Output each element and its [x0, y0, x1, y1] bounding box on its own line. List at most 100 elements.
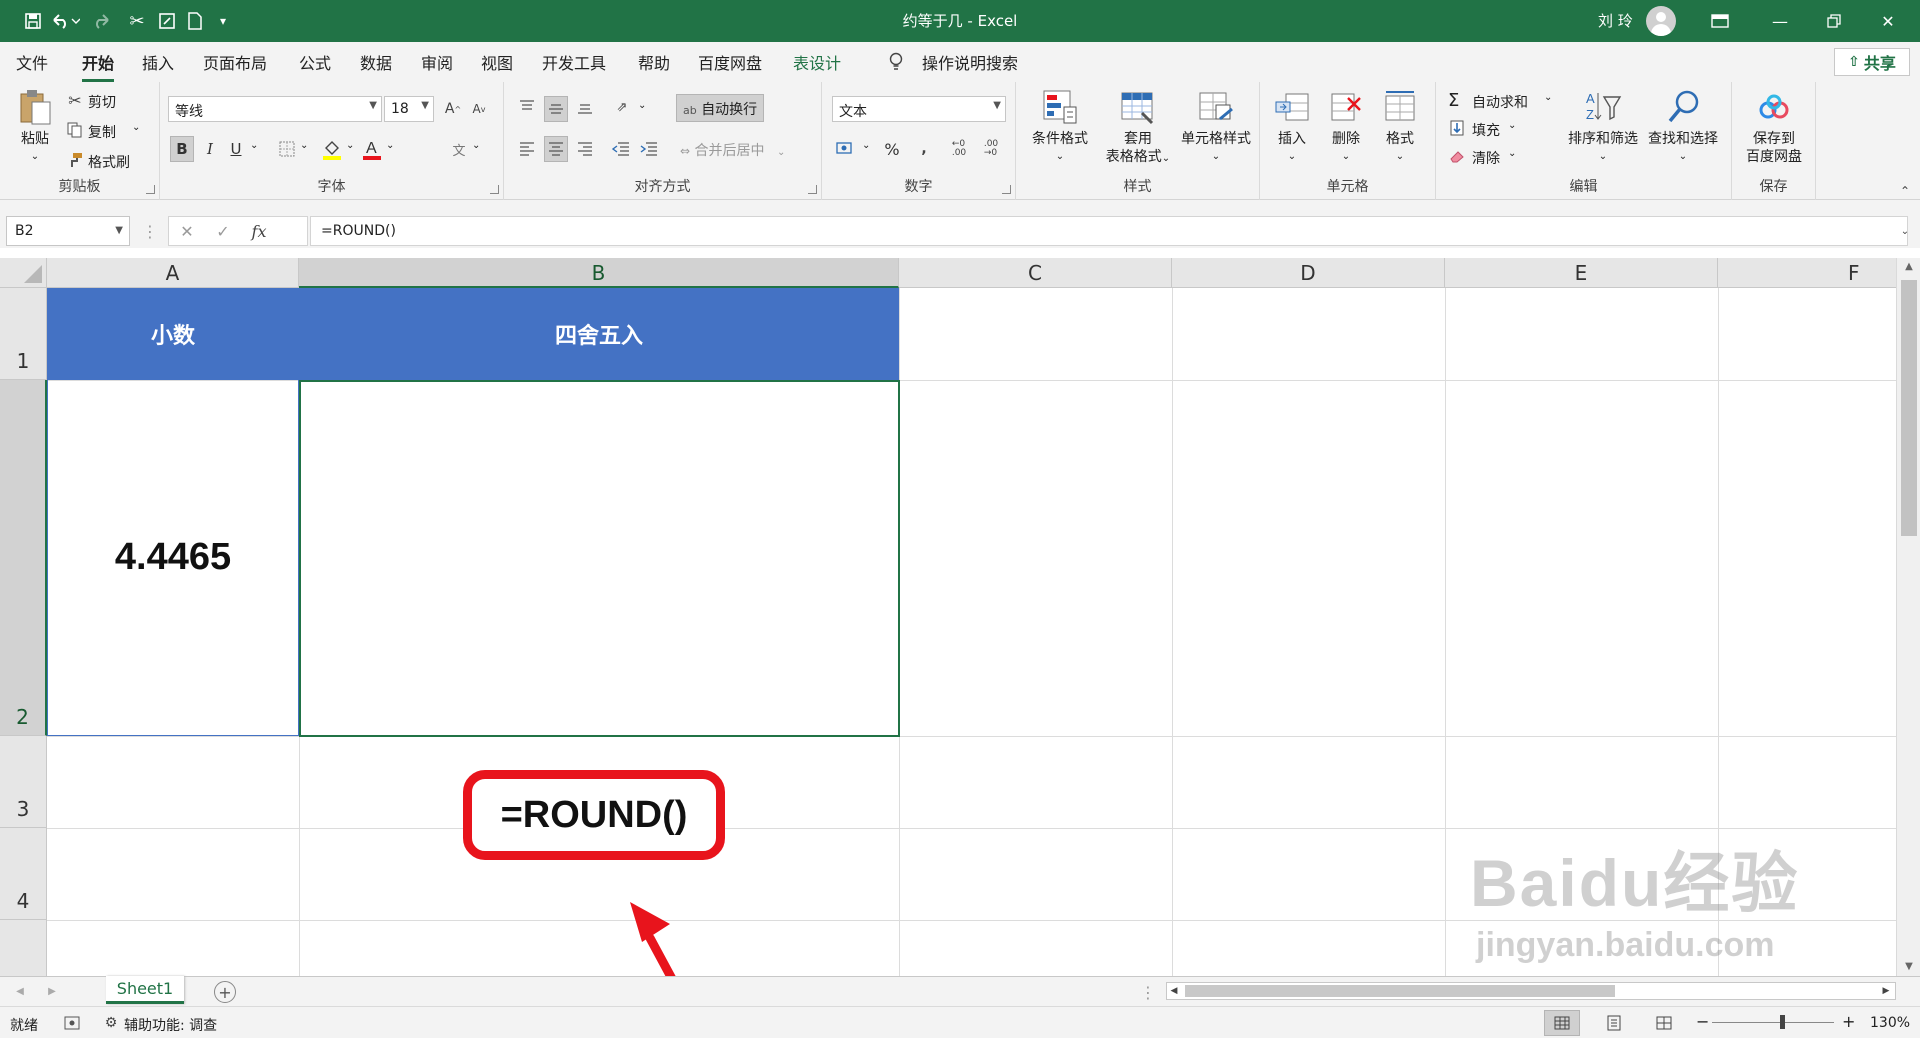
- tab-insert[interactable]: 插入: [142, 50, 174, 74]
- row-header-2[interactable]: 2: [0, 380, 47, 736]
- increase-font-icon[interactable]: A ^: [442, 98, 464, 120]
- format-cells-button[interactable]: 格式 ⌄: [1374, 88, 1426, 166]
- scroll-down-icon[interactable]: ▼: [1897, 958, 1920, 976]
- phonetic-dropdown-icon[interactable]: ⌄: [472, 140, 480, 151]
- italic-button[interactable]: I: [198, 136, 222, 162]
- expand-formula-bar-icon[interactable]: ⌄: [1896, 222, 1914, 240]
- add-sheet-icon[interactable]: +: [214, 981, 236, 1003]
- vertical-scrollbar[interactable]: ▲ ▼: [1896, 258, 1920, 976]
- orientation-icon[interactable]: ⇗: [610, 96, 634, 118]
- phonetic-icon[interactable]: 文: [448, 138, 470, 160]
- font-name-select[interactable]: 等线 ▼: [168, 96, 382, 122]
- scroll-right-icon[interactable]: ▶: [1879, 983, 1893, 999]
- name-box[interactable]: B2 ▼: [6, 216, 130, 246]
- format-painter-button[interactable]: 格式刷: [88, 152, 130, 172]
- minimize-icon[interactable]: —: [1760, 8, 1800, 34]
- clipboard-launcher-icon[interactable]: [146, 185, 155, 194]
- decrease-indent-icon[interactable]: [610, 138, 632, 160]
- increase-indent-icon[interactable]: [638, 138, 660, 160]
- avatar[interactable]: [1646, 6, 1676, 36]
- zoom-level[interactable]: 130%: [1870, 1015, 1910, 1031]
- cell-mode-icon[interactable]: [62, 1013, 82, 1033]
- insert-function-icon[interactable]: fx: [241, 222, 277, 241]
- next-sheet-icon[interactable]: ▶: [42, 982, 62, 1000]
- tab-view[interactable]: 视图: [481, 50, 513, 74]
- fill-color-icon[interactable]: [320, 136, 344, 162]
- tab-table-design[interactable]: 表设计: [793, 50, 841, 74]
- enter-icon[interactable]: ✓: [205, 222, 241, 241]
- autosum-dropdown-icon[interactable]: ⌄: [1544, 92, 1552, 103]
- align-middle-icon[interactable]: [544, 96, 568, 122]
- copy-dropdown-icon[interactable]: ⌄: [132, 122, 140, 133]
- tab-file[interactable]: 文件: [16, 50, 48, 74]
- decrease-font-icon[interactable]: Av: [468, 98, 490, 120]
- row-header-3[interactable]: 3: [0, 736, 47, 828]
- cell-a1[interactable]: 小数: [47, 288, 299, 380]
- prev-sheet-icon[interactable]: ◀: [10, 982, 30, 1000]
- zoom-in-icon[interactable]: +: [1842, 1012, 1855, 1031]
- tab-home[interactable]: 开始: [82, 50, 115, 82]
- column-header-e[interactable]: E: [1445, 258, 1718, 288]
- copy-button[interactable]: 复制: [88, 122, 116, 142]
- scroll-up-icon[interactable]: ▲: [1897, 258, 1920, 276]
- zoom-slider[interactable]: [1712, 1022, 1834, 1023]
- decrease-decimal-icon[interactable]: .00 →0: [978, 138, 1004, 160]
- vertical-scroll-thumb[interactable]: [1901, 280, 1917, 536]
- horizontal-scroll-thumb[interactable]: [1185, 985, 1615, 997]
- align-bottom-icon[interactable]: [574, 96, 596, 118]
- cancel-icon[interactable]: ✕: [169, 222, 205, 241]
- collapse-ribbon-icon[interactable]: ⌃: [1896, 184, 1914, 198]
- cell-b2[interactable]: [299, 380, 900, 737]
- comma-style-icon[interactable]: ,: [914, 140, 934, 158]
- find-select-button[interactable]: 查找和选择 ⌄: [1642, 88, 1724, 166]
- format-as-table-button[interactable]: 套用 表格格式⌄: [1100, 88, 1176, 168]
- column-header-b[interactable]: B: [299, 258, 899, 288]
- font-launcher-icon[interactable]: [490, 185, 499, 194]
- sheet-tab-sheet1[interactable]: Sheet1: [106, 976, 184, 1004]
- page-break-view-icon[interactable]: [1646, 1010, 1682, 1036]
- align-top-icon[interactable]: [516, 96, 538, 118]
- paste-button[interactable]: 粘贴 ⌄: [10, 88, 60, 166]
- save-to-baidu-button[interactable]: 保存到 百度网盘: [1738, 88, 1810, 166]
- sort-filter-button[interactable]: AZ 排序和筛选 ⌄: [1562, 88, 1644, 166]
- merge-center-button[interactable]: ⇔ 合并后居中 ⌄: [680, 140, 785, 160]
- column-header-d[interactable]: D: [1172, 258, 1445, 288]
- scroll-left-icon[interactable]: ◀: [1167, 983, 1181, 999]
- number-launcher-icon[interactable]: [1002, 185, 1011, 194]
- cell-b1[interactable]: 四舍五入: [299, 288, 899, 380]
- borders-dropdown-icon[interactable]: ⌄: [300, 140, 308, 151]
- increase-decimal-icon[interactable]: ←0.00: [946, 138, 972, 160]
- cell-a2[interactable]: 4.4465: [47, 380, 299, 736]
- row-header-1[interactable]: 1: [0, 288, 47, 380]
- share-button[interactable]: ⇧ 共享: [1834, 48, 1910, 76]
- percent-button[interactable]: %: [880, 136, 904, 162]
- alignment-launcher-icon[interactable]: [808, 185, 817, 194]
- number-format-select[interactable]: 文本 ▼: [832, 96, 1006, 122]
- zoom-out-icon[interactable]: −: [1696, 1012, 1709, 1031]
- wrap-text-button[interactable]: ab 自动换行: [676, 94, 765, 122]
- page-layout-view-icon[interactable]: [1596, 1010, 1632, 1036]
- align-right-icon[interactable]: [574, 138, 596, 160]
- zoom-slider-thumb[interactable]: [1780, 1015, 1785, 1029]
- row-header-5[interactable]: [0, 920, 47, 976]
- font-size-select[interactable]: 18 ▼: [384, 96, 434, 122]
- row-header-4[interactable]: 4: [0, 828, 47, 920]
- column-header-c[interactable]: C: [899, 258, 1172, 288]
- tab-formulas[interactable]: 公式: [299, 50, 331, 74]
- column-header-f[interactable]: F: [1718, 258, 1896, 288]
- tab-developer[interactable]: 开发工具: [542, 50, 606, 74]
- accounting-dropdown-icon[interactable]: ⌄: [862, 140, 870, 151]
- restore-icon[interactable]: [1814, 8, 1854, 34]
- orientation-dropdown-icon[interactable]: ⌄: [638, 100, 646, 111]
- align-left-icon[interactable]: [516, 138, 538, 160]
- font-color-icon[interactable]: A: [360, 136, 384, 162]
- insert-cells-button[interactable]: 插入 ⌄: [1266, 88, 1318, 166]
- accounting-icon[interactable]: [834, 138, 858, 160]
- cut-button[interactable]: 剪切: [88, 92, 116, 112]
- tab-baidu-netdisk[interactable]: 百度网盘: [698, 50, 762, 74]
- autosum-button[interactable]: 自动求和: [1472, 92, 1528, 112]
- fill-color-dropdown-icon[interactable]: ⌄: [346, 140, 354, 151]
- borders-icon[interactable]: [276, 138, 298, 160]
- tab-page-layout[interactable]: 页面布局: [203, 50, 267, 74]
- fill-dropdown-icon[interactable]: ⌄: [1508, 120, 1516, 131]
